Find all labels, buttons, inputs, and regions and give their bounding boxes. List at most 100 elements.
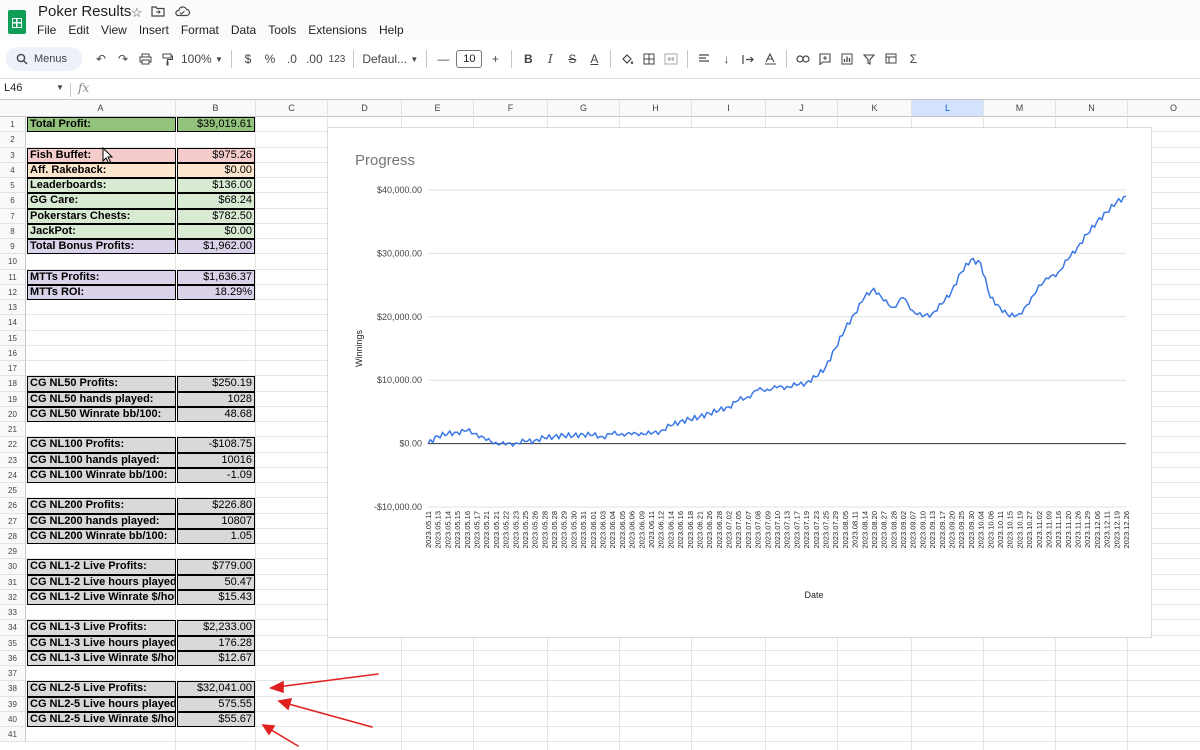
search-menus-button[interactable]: Menus bbox=[6, 47, 82, 71]
redo-icon[interactable]: ↷ bbox=[112, 48, 134, 70]
column-header-c[interactable]: C bbox=[256, 100, 328, 117]
cell-b9[interactable]: $1,962.00 bbox=[177, 239, 255, 255]
print-icon[interactable] bbox=[134, 48, 156, 70]
row-header-18[interactable]: 18 bbox=[0, 376, 26, 392]
undo-icon[interactable]: ↶ bbox=[90, 48, 112, 70]
menu-insert[interactable]: Insert bbox=[133, 23, 175, 37]
row-header-32[interactable]: 32 bbox=[0, 589, 26, 605]
cell-a8[interactable]: JackPot: bbox=[27, 223, 176, 239]
row-header-10[interactable]: 10 bbox=[0, 254, 26, 270]
cell-b28[interactable]: 1.05 bbox=[177, 528, 255, 544]
menu-data[interactable]: Data bbox=[225, 23, 262, 37]
row-header-15[interactable]: 15 bbox=[0, 330, 26, 346]
row-header-23[interactable]: 23 bbox=[0, 452, 26, 468]
cell-b35[interactable]: 176.28 bbox=[177, 635, 255, 651]
row-header-7[interactable]: 7 bbox=[0, 208, 26, 224]
document-title[interactable]: Poker Results bbox=[38, 3, 131, 20]
row-header-13[interactable]: 13 bbox=[0, 300, 26, 316]
cell-b40[interactable]: $55.67 bbox=[177, 711, 255, 727]
menu-edit[interactable]: Edit bbox=[62, 23, 95, 37]
row-header-8[interactable]: 8 bbox=[0, 223, 26, 239]
row-header-5[interactable]: 5 bbox=[0, 178, 26, 194]
row-header-19[interactable]: 19 bbox=[0, 391, 26, 407]
row-header-21[interactable]: 21 bbox=[0, 422, 26, 438]
insert-link-icon[interactable] bbox=[792, 48, 814, 70]
text-color-button[interactable]: A bbox=[583, 48, 605, 70]
cell-a40[interactable]: CG NL2-5 Live Winrate $/hours: bbox=[27, 711, 176, 727]
cell-b7[interactable]: $782.50 bbox=[177, 208, 255, 224]
menu-tools[interactable]: Tools bbox=[262, 23, 302, 37]
menu-help[interactable]: Help bbox=[373, 23, 410, 37]
currency-format-button[interactable]: $ bbox=[237, 48, 259, 70]
cell-b34[interactable]: $2,233.00 bbox=[177, 620, 255, 636]
menu-view[interactable]: View bbox=[95, 23, 133, 37]
row-header-41[interactable]: 41 bbox=[0, 727, 26, 743]
cell-a11[interactable]: MTTs Profits: bbox=[27, 269, 176, 285]
cell-a32[interactable]: CG NL1-2 Live Winrate $/hours: bbox=[27, 589, 176, 605]
row-header-9[interactable]: 9 bbox=[0, 239, 26, 255]
row-header-37[interactable]: 37 bbox=[0, 666, 26, 682]
cell-b5[interactable]: $136.00 bbox=[177, 178, 255, 194]
zoom-select[interactable]: 100% ▼ bbox=[178, 48, 226, 70]
cell-b6[interactable]: $68.24 bbox=[177, 193, 255, 209]
name-box[interactable]: L46 bbox=[4, 82, 22, 94]
cell-a19[interactable]: CG NL50 hands played: bbox=[27, 391, 176, 407]
cell-b36[interactable]: $12.67 bbox=[177, 650, 255, 666]
cell-a20[interactable]: CG NL50 Winrate bb/100: bbox=[27, 406, 176, 422]
cell-a18[interactable]: CG NL50 Profits: bbox=[27, 376, 176, 392]
menu-format[interactable]: Format bbox=[175, 23, 225, 37]
increase-font-size-button[interactable]: + bbox=[484, 48, 506, 70]
column-header-n[interactable]: N bbox=[1056, 100, 1128, 117]
row-header-34[interactable]: 34 bbox=[0, 620, 26, 636]
row-header-1[interactable]: 1 bbox=[0, 117, 26, 133]
insert-chart-icon[interactable] bbox=[836, 48, 858, 70]
cell-b24[interactable]: -1.09 bbox=[177, 467, 255, 483]
cell-b18[interactable]: $250.19 bbox=[177, 376, 255, 392]
column-header-j[interactable]: J bbox=[766, 100, 838, 117]
bold-button[interactable]: B bbox=[517, 48, 539, 70]
row-header-3[interactable]: 3 bbox=[0, 147, 26, 163]
cell-a26[interactable]: CG NL200 Profits: bbox=[27, 498, 176, 514]
row-header-12[interactable]: 12 bbox=[0, 284, 26, 300]
cell-b8[interactable]: $0.00 bbox=[177, 223, 255, 239]
text-wrapping-icon[interactable] bbox=[737, 48, 759, 70]
text-rotation-icon[interactable] bbox=[759, 48, 781, 70]
italic-button[interactable]: I bbox=[539, 48, 561, 70]
cell-a6[interactable]: GG Care: bbox=[27, 193, 176, 209]
cell-b31[interactable]: 50.47 bbox=[177, 574, 255, 590]
cell-a39[interactable]: CG NL2-5 Live hours played: bbox=[27, 696, 176, 712]
column-header-e[interactable]: E bbox=[402, 100, 474, 117]
row-header-22[interactable]: 22 bbox=[0, 437, 26, 453]
cell-a23[interactable]: CG NL100 hands played: bbox=[27, 452, 176, 468]
chevron-down-icon[interactable]: ▼ bbox=[56, 83, 64, 92]
cell-b30[interactable]: $779.00 bbox=[177, 559, 255, 575]
filter-icon[interactable] bbox=[858, 48, 880, 70]
horizontal-align-icon[interactable] bbox=[693, 48, 715, 70]
cell-a4[interactable]: Aff. Rakeback: bbox=[27, 162, 176, 178]
fill-color-icon[interactable] bbox=[616, 48, 638, 70]
star-icon[interactable]: ☆ bbox=[131, 5, 143, 21]
cell-a27[interactable]: CG NL200 hands played: bbox=[27, 513, 176, 529]
row-header-25[interactable]: 25 bbox=[0, 483, 26, 499]
cell-b3[interactable]: $975.26 bbox=[177, 147, 255, 163]
row-header-39[interactable]: 39 bbox=[0, 696, 26, 712]
cell-a24[interactable]: CG NL100 Winrate bb/100: bbox=[27, 467, 176, 483]
row-header-31[interactable]: 31 bbox=[0, 574, 26, 590]
row-header-26[interactable]: 26 bbox=[0, 498, 26, 514]
cloud-status-icon[interactable] bbox=[174, 5, 191, 20]
row-header-16[interactable]: 16 bbox=[0, 345, 26, 361]
functions-button[interactable]: Σ bbox=[902, 48, 924, 70]
filter-views-icon[interactable] bbox=[880, 48, 902, 70]
font-select[interactable]: Defaul... ▼ bbox=[359, 48, 421, 70]
row-header-29[interactable]: 29 bbox=[0, 544, 26, 560]
column-header-m[interactable]: M bbox=[984, 100, 1056, 117]
row-header-24[interactable]: 24 bbox=[0, 467, 26, 483]
column-header-o[interactable]: O bbox=[1128, 100, 1200, 117]
cell-b19[interactable]: 1028 bbox=[177, 391, 255, 407]
column-header-b[interactable]: B bbox=[176, 100, 256, 117]
cell-a9[interactable]: Total Bonus Profits: bbox=[27, 239, 176, 255]
vertical-align-icon[interactable]: ↓ bbox=[715, 48, 737, 70]
cell-a30[interactable]: CG NL1-2 Live Profits: bbox=[27, 559, 176, 575]
row-header-30[interactable]: 30 bbox=[0, 559, 26, 575]
column-header-d[interactable]: D bbox=[328, 100, 402, 117]
